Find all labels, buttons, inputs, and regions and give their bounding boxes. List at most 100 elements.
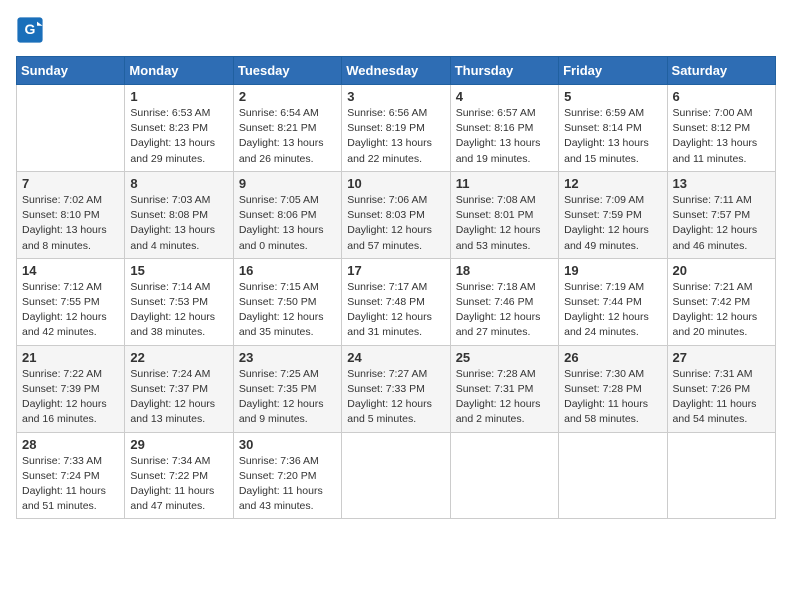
calendar-cell: 7Sunrise: 7:02 AM Sunset: 8:10 PM Daylig… [17,171,125,258]
day-info: Sunrise: 7:24 AM Sunset: 7:37 PM Dayligh… [130,367,227,428]
day-info: Sunrise: 7:22 AM Sunset: 7:39 PM Dayligh… [22,367,119,428]
calendar-cell: 9 Sunrise: 7:05 AM Sunset: 8:06 PM Daylig… [233,171,341,258]
calendar-cell: 20 Sunrise: 7:21 AM Sunset: 7:42 PM Dayli… [667,258,775,345]
day-info: Sunrise: 7:25 AM Sunset: 7:35 PM Dayligh… [239,367,336,428]
day-number: 21 [22,350,119,365]
day-number: 8 [130,176,227,191]
day-number: 4 [456,89,553,104]
day-info: Sunrise: 7:12 AM Sunset: 7:55 PM Dayligh… [22,280,119,341]
day-info: Sunrise: 7:08 AM Sunset: 8:01 PM Dayligh… [456,193,553,254]
day-number: 5 [564,89,661,104]
calendar-cell: 14 Sunrise: 7:12 AM Sunset: 7:55 PM Dayli… [17,258,125,345]
day-number: 22 [130,350,227,365]
weekday-header-friday: Friday [559,57,667,85]
day-info: Sunrise: 7:03 AM Sunset: 8:08 PM Dayligh… [130,193,227,254]
day-number: 2 [239,89,336,104]
calendar-cell: 27Sunrise: 7:31 AM Sunset: 7:26 PM Dayli… [667,345,775,432]
day-number: 1 [130,89,227,104]
weekday-header-thursday: Thursday [450,57,558,85]
calendar-cell: 26 Sunrise: 7:30 AM Sunset: 7:28 PM Dayli… [559,345,667,432]
calendar-cell: 15 Sunrise: 7:14 AM Sunset: 7:53 PM Dayli… [125,258,233,345]
day-info: Sunrise: 7:34 AM Sunset: 7:22 PM Dayligh… [130,454,227,515]
calendar-week-row: 21 Sunrise: 7:22 AM Sunset: 7:39 PM Dayli… [17,345,776,432]
calendar-week-row: 14 Sunrise: 7:12 AM Sunset: 7:55 PM Dayli… [17,258,776,345]
day-number: 13 [673,176,770,191]
day-info: Sunrise: 7:28 AM Sunset: 7:31 PM Dayligh… [456,367,553,428]
day-info: Sunrise: 7:19 AM Sunset: 7:44 PM Dayligh… [564,280,661,341]
weekday-header-row: SundayMondayTuesdayWednesdayThursdayFrid… [17,57,776,85]
calendar-cell: 19 Sunrise: 7:19 AM Sunset: 7:44 PM Dayli… [559,258,667,345]
calendar-week-row: 28Sunrise: 7:33 AM Sunset: 7:24 PM Dayli… [17,432,776,519]
calendar-cell: 11 Sunrise: 7:08 AM Sunset: 8:01 PM Dayli… [450,171,558,258]
day-number: 18 [456,263,553,278]
day-number: 30 [239,437,336,452]
day-number: 15 [130,263,227,278]
calendar-cell: 17 Sunrise: 7:17 AM Sunset: 7:48 PM Dayli… [342,258,450,345]
calendar-cell [559,432,667,519]
calendar-cell: 25 Sunrise: 7:28 AM Sunset: 7:31 PM Dayli… [450,345,558,432]
weekday-header-sunday: Sunday [17,57,125,85]
day-info: Sunrise: 6:57 AM Sunset: 8:16 PM Dayligh… [456,106,553,167]
calendar-cell: 22 Sunrise: 7:24 AM Sunset: 7:37 PM Dayli… [125,345,233,432]
day-number: 25 [456,350,553,365]
calendar-cell [17,85,125,172]
day-number: 14 [22,263,119,278]
calendar-cell: 28Sunrise: 7:33 AM Sunset: 7:24 PM Dayli… [17,432,125,519]
calendar-table: SundayMondayTuesdayWednesdayThursdayFrid… [16,56,776,519]
day-info: Sunrise: 7:14 AM Sunset: 7:53 PM Dayligh… [130,280,227,341]
calendar-cell: 6 Sunrise: 7:00 AM Sunset: 8:12 PM Daylig… [667,85,775,172]
day-number: 29 [130,437,227,452]
calendar-cell: 29 Sunrise: 7:34 AM Sunset: 7:22 PM Dayli… [125,432,233,519]
day-number: 12 [564,176,661,191]
day-info: Sunrise: 7:36 AM Sunset: 7:20 PM Dayligh… [239,454,336,515]
calendar-week-row: 7Sunrise: 7:02 AM Sunset: 8:10 PM Daylig… [17,171,776,258]
day-number: 11 [456,176,553,191]
day-number: 19 [564,263,661,278]
weekday-header-wednesday: Wednesday [342,57,450,85]
logo: G [16,16,48,44]
day-number: 7 [22,176,119,191]
calendar-cell: 18 Sunrise: 7:18 AM Sunset: 7:46 PM Dayli… [450,258,558,345]
calendar-cell [450,432,558,519]
calendar-cell: 8 Sunrise: 7:03 AM Sunset: 8:08 PM Daylig… [125,171,233,258]
day-info: Sunrise: 7:27 AM Sunset: 7:33 PM Dayligh… [347,367,444,428]
calendar-cell [342,432,450,519]
calendar-cell: 16Sunrise: 7:15 AM Sunset: 7:50 PM Dayli… [233,258,341,345]
day-number: 9 [239,176,336,191]
calendar-cell [667,432,775,519]
day-number: 26 [564,350,661,365]
day-number: 20 [673,263,770,278]
day-number: 3 [347,89,444,104]
day-number: 17 [347,263,444,278]
calendar-cell: 30 Sunrise: 7:36 AM Sunset: 7:20 PM Dayli… [233,432,341,519]
calendar-cell: 10 Sunrise: 7:06 AM Sunset: 8:03 PM Dayli… [342,171,450,258]
calendar-cell: 23Sunrise: 7:25 AM Sunset: 7:35 PM Dayli… [233,345,341,432]
page-header: G [16,16,776,44]
day-info: Sunrise: 7:18 AM Sunset: 7:46 PM Dayligh… [456,280,553,341]
day-info: Sunrise: 7:05 AM Sunset: 8:06 PM Dayligh… [239,193,336,254]
day-number: 6 [673,89,770,104]
calendar-cell: 21 Sunrise: 7:22 AM Sunset: 7:39 PM Dayli… [17,345,125,432]
weekday-header-tuesday: Tuesday [233,57,341,85]
day-number: 10 [347,176,444,191]
day-number: 27 [673,350,770,365]
day-info: Sunrise: 7:17 AM Sunset: 7:48 PM Dayligh… [347,280,444,341]
calendar-cell: 3 Sunrise: 6:56 AM Sunset: 8:19 PM Daylig… [342,85,450,172]
day-info: Sunrise: 7:09 AM Sunset: 7:59 PM Dayligh… [564,193,661,254]
day-number: 28 [22,437,119,452]
weekday-header-saturday: Saturday [667,57,775,85]
calendar-week-row: 1 Sunrise: 6:53 AM Sunset: 8:23 PM Daylig… [17,85,776,172]
day-info: Sunrise: 7:21 AM Sunset: 7:42 PM Dayligh… [673,280,770,341]
day-info: Sunrise: 7:15 AM Sunset: 7:50 PM Dayligh… [239,280,336,341]
day-info: Sunrise: 6:56 AM Sunset: 8:19 PM Dayligh… [347,106,444,167]
day-info: Sunrise: 7:00 AM Sunset: 8:12 PM Dayligh… [673,106,770,167]
day-info: Sunrise: 6:59 AM Sunset: 8:14 PM Dayligh… [564,106,661,167]
day-info: Sunrise: 7:30 AM Sunset: 7:28 PM Dayligh… [564,367,661,428]
day-info: Sunrise: 7:06 AM Sunset: 8:03 PM Dayligh… [347,193,444,254]
day-number: 24 [347,350,444,365]
calendar-cell: 12 Sunrise: 7:09 AM Sunset: 7:59 PM Dayli… [559,171,667,258]
logo-icon: G [16,16,44,44]
calendar-cell: 1 Sunrise: 6:53 AM Sunset: 8:23 PM Daylig… [125,85,233,172]
day-info: Sunrise: 6:53 AM Sunset: 8:23 PM Dayligh… [130,106,227,167]
calendar-cell: 2Sunrise: 6:54 AM Sunset: 8:21 PM Daylig… [233,85,341,172]
